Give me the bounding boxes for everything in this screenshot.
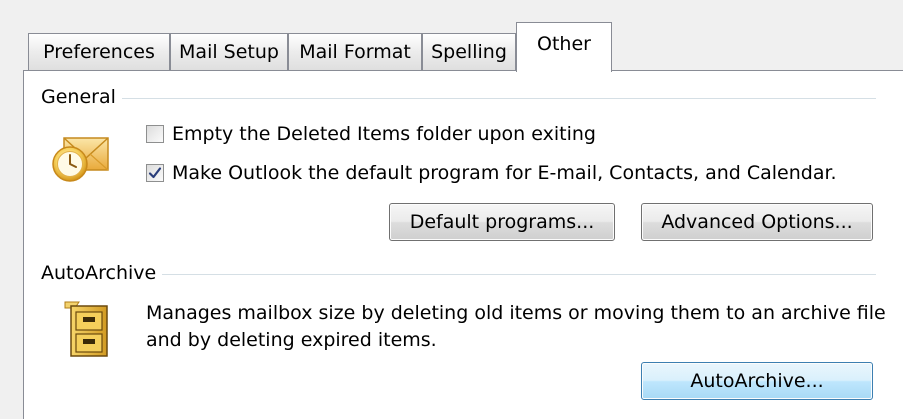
group-label-autoarchive: AutoArchive [41,262,163,284]
tab-mail-setup[interactable]: Mail Setup [170,33,288,70]
tab-strip: Preferences Mail Setup Mail Format Spell… [0,0,903,72]
empty-deleted-items-checkbox[interactable] [146,125,164,143]
tab-label: Mail Format [299,41,411,63]
empty-deleted-items-label: Empty the Deleted Items folder upon exit… [172,123,596,145]
autoarchive-description-line: Manages mailbox size by deleting old ite… [146,302,886,324]
checkmark-icon [148,167,162,179]
tab-label: Mail Setup [179,41,279,63]
tab-preferences[interactable]: Preferences [28,33,170,70]
autoarchive-description-line: and by deleting expired items. [146,329,437,351]
default-program-checkbox[interactable] [146,164,164,182]
autoarchive-button[interactable]: AutoArchive... [641,362,873,400]
advanced-options-button[interactable]: Advanced Options... [641,203,873,241]
tab-label: Preferences [43,41,155,63]
tab-other[interactable]: Other [516,22,612,72]
tab-label: Other [537,33,591,55]
group-divider [46,274,876,275]
tab-mail-format[interactable]: Mail Format [288,33,422,70]
default-programs-button[interactable]: Default programs... [389,203,615,241]
default-program-label: Make Outlook the default program for E-m… [172,162,837,184]
autoarchive-description: Manages mailbox size by deleting old ite… [146,300,886,354]
group-divider [46,98,876,99]
archive-cabinet-icon [63,298,111,362]
tab-spelling[interactable]: Spelling [422,33,516,70]
default-program-option[interactable]: Make Outlook the default program for E-m… [146,162,837,184]
empty-deleted-items-option[interactable]: Empty the Deleted Items folder upon exit… [146,123,596,145]
tab-label: Spelling [431,41,507,63]
group-label-general: General [41,86,122,108]
outlook-clock-envelope-icon [50,124,112,190]
